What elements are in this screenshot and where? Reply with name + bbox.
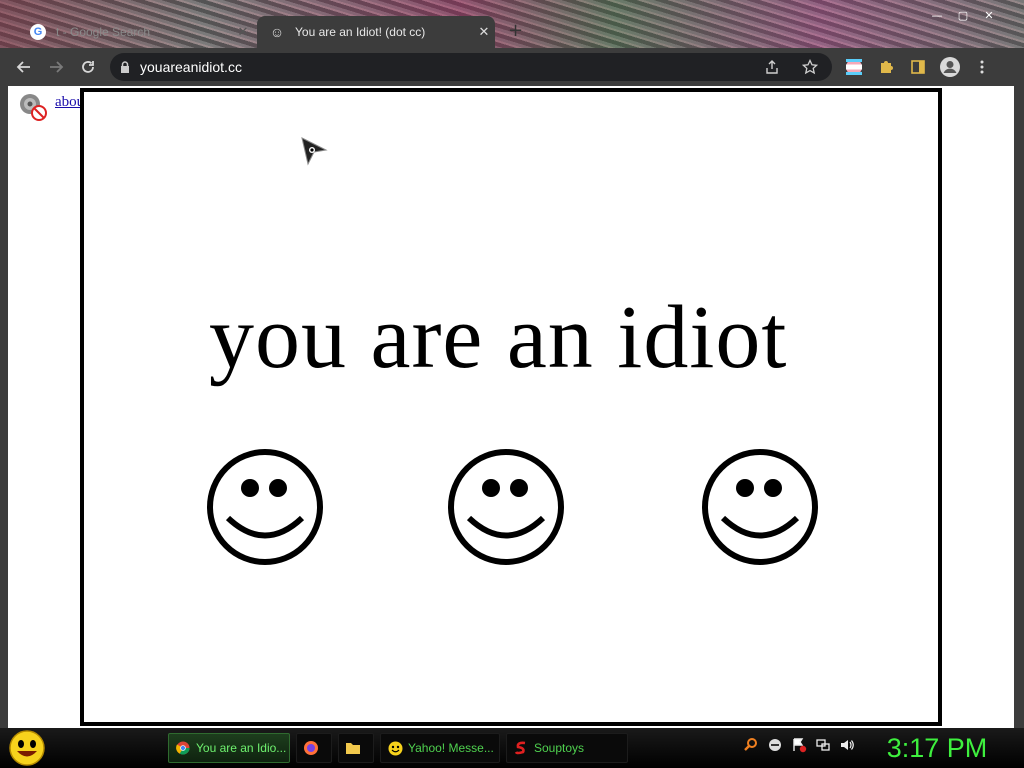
smiley-face-icon xyxy=(207,449,323,565)
reload-button[interactable] xyxy=(72,51,104,83)
page-viewport: about flash you are an idiot xyxy=(8,86,1014,728)
window-border-left xyxy=(0,48,8,728)
back-arrow-icon xyxy=(16,61,30,73)
new-tab-button[interactable]: + xyxy=(508,20,523,41)
window-border-right xyxy=(1014,48,1024,728)
url-text[interactable]: youareanidiot.cc xyxy=(140,59,756,75)
taskbar-item-firefox[interactable] xyxy=(296,733,332,763)
taskbar-item-explorer[interactable] xyxy=(338,733,374,763)
search-icon[interactable] xyxy=(742,736,760,754)
souptoys-icon xyxy=(513,740,529,756)
taskbar-item-yahoo-messenger[interactable]: Yahoo! Messe... xyxy=(380,733,500,763)
maximize-button[interactable]: ▢ xyxy=(950,7,976,24)
window-controls: — ▢ ✕ xyxy=(924,7,1002,24)
smiley-face-icon xyxy=(702,449,818,565)
share-icon[interactable] xyxy=(756,51,788,83)
profile-flag-icon[interactable] xyxy=(838,51,870,83)
system-tray xyxy=(742,736,856,754)
taskbar-item-label: Yahoo! Messe... xyxy=(408,741,494,755)
taskbar-item-souptoys[interactable]: Souptoys xyxy=(506,733,628,763)
mouse-cursor-icon xyxy=(301,137,328,166)
lock-icon[interactable] xyxy=(110,61,140,73)
taskbar-item-chrome[interactable]: You are an Idio... xyxy=(168,733,290,763)
tab-title: You are an Idiot! (dot cc) xyxy=(295,25,426,39)
tab-you-are-an-idiot[interactable]: ☺ You are an Idiot! (dot cc) ✕ xyxy=(257,16,495,48)
account-avatar-icon[interactable] xyxy=(934,51,966,83)
volume-icon[interactable] xyxy=(838,736,856,754)
messenger-tray-icon[interactable] xyxy=(766,736,784,754)
side-panel-icon[interactable] xyxy=(902,51,934,83)
tab-close-icon[interactable]: ✕ xyxy=(232,24,254,40)
address-bar[interactable]: youareanidiot.cc xyxy=(110,53,832,81)
extensions-puzzle-icon[interactable] xyxy=(870,51,902,83)
chrome-icon xyxy=(175,740,191,756)
browser-toolbar: youareanidiot.cc xyxy=(8,48,1014,86)
idiot-frame: you are an idiot xyxy=(80,88,942,726)
minimize-button[interactable]: — xyxy=(924,7,950,24)
google-icon: G xyxy=(30,24,46,40)
tab-title: t - Google Search xyxy=(56,25,151,39)
taskbar-clock[interactable]: 3:17 PM xyxy=(872,733,1002,764)
firefox-icon xyxy=(303,740,319,756)
tab-close-icon[interactable]: ✕ xyxy=(473,24,495,40)
tab-google-search[interactable]: G t - Google Search ✕ xyxy=(18,16,254,48)
back-button[interactable] xyxy=(8,51,40,83)
menu-kebab-icon[interactable] xyxy=(966,51,998,83)
flash-blocked-icon[interactable] xyxy=(18,92,48,122)
start-button[interactable] xyxy=(4,728,50,768)
yahoo-smiley-icon xyxy=(387,740,403,756)
taskbar-item-label: Souptoys xyxy=(534,741,585,755)
reload-icon xyxy=(82,61,94,73)
forward-button[interactable] xyxy=(40,51,72,83)
smiley-start-icon xyxy=(9,730,45,766)
forward-arrow-icon xyxy=(50,61,64,73)
page-headline: you are an idiot xyxy=(209,288,788,387)
smiley-face-icon xyxy=(448,449,564,565)
folder-icon xyxy=(345,740,361,756)
taskbar-item-label: You are an Idio... xyxy=(196,741,287,755)
network-icon[interactable] xyxy=(814,736,832,754)
close-window-button[interactable]: ✕ xyxy=(976,7,1002,24)
bookmark-star-icon[interactable] xyxy=(794,51,826,83)
smiley-favicon-icon: ☺ xyxy=(269,24,285,40)
action-center-flag-icon[interactable] xyxy=(790,736,808,754)
